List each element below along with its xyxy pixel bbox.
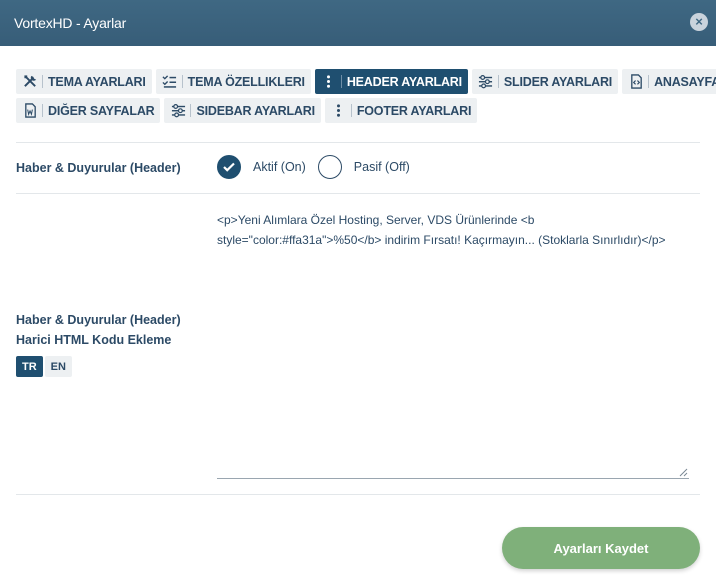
settings-tabs: TEMA AYARLARI TEMA ÖZELLIKLERI HEADER AY… — [16, 69, 716, 127]
close-icon[interactable]: × — [690, 13, 708, 31]
tab-footer-ayarlari[interactable]: FOOTER AYARLARI — [324, 98, 478, 123]
vertical-dots-icon — [331, 103, 347, 119]
divider — [16, 193, 700, 194]
checklist-icon — [162, 74, 178, 90]
tab-label: TEMA AYARLARI — [48, 74, 146, 89]
tab-anasayfa[interactable]: ANASAYFA — [622, 69, 716, 94]
html-code-label: Haber & Duyurular (Header) Harici HTML K… — [16, 310, 181, 350]
save-settings-button[interactable]: Ayarları Kaydet — [502, 527, 700, 569]
tab-separator — [42, 104, 43, 117]
tab-label: DIĞER SAYFALAR — [48, 103, 155, 118]
lang-tr-button[interactable]: TR — [16, 356, 43, 377]
check-icon — [223, 162, 235, 172]
tab-separator — [42, 75, 43, 88]
html-code-label-line1: Haber & Duyurular (Header) — [16, 313, 181, 327]
window-titlebar: VortexHD - Ayarlar × — [0, 0, 716, 46]
tab-tema-ayarlari[interactable]: TEMA AYARLARI — [16, 69, 152, 94]
news-toggle-radio-group: Aktif (On) Pasif (Off) — [217, 155, 422, 179]
radio-aktif[interactable] — [217, 155, 241, 179]
code-file-icon — [628, 74, 644, 90]
divider — [16, 494, 700, 495]
tab-separator — [340, 75, 342, 88]
sliders-icon — [478, 74, 494, 90]
tab-separator — [190, 104, 192, 117]
tab-label: ANASAYFA — [654, 74, 716, 89]
tab-diger-sayfalar[interactable]: DIĞER SAYFALAR — [16, 98, 161, 123]
tab-label: SLIDER AYARLARI — [503, 74, 613, 89]
sliders-icon — [170, 103, 186, 119]
tab-separator — [648, 75, 650, 88]
tab-sidebar-ayarlari[interactable]: SIDEBAR AYARLARI — [164, 98, 321, 123]
lang-en-button[interactable]: EN — [44, 356, 72, 377]
window-title: VortexHD - Ayarlar — [14, 15, 127, 31]
tab-tema-ozellikleri[interactable]: TEMA ÖZELLIKLERI — [155, 69, 311, 94]
resize-grip-icon[interactable] — [678, 467, 688, 477]
tab-separator — [181, 75, 183, 88]
vertical-dots-icon — [321, 74, 337, 90]
word-file-icon — [22, 103, 38, 119]
html-code-label-line2: Harici HTML Kodu Ekleme — [16, 333, 172, 347]
tab-row-1: TEMA AYARLARI TEMA ÖZELLIKLERI HEADER AY… — [16, 69, 716, 94]
tab-separator — [350, 104, 352, 117]
radio-aktif-label: Aktif (On) — [253, 160, 306, 174]
tools-icon — [22, 74, 38, 90]
language-switch: TR EN — [16, 356, 72, 377]
radio-pasif-label: Pasif (Off) — [353, 160, 410, 174]
html-code-textarea[interactable] — [217, 210, 689, 479]
tab-label: SIDEBAR AYARLARI — [196, 103, 315, 118]
tab-row-2: DIĞER SAYFALAR SIDEBAR AYARLARI FOOTER A… — [16, 98, 696, 123]
divider — [16, 142, 700, 143]
radio-pasif[interactable] — [317, 155, 342, 179]
tab-label: TEMA ÖZELLIKLERI — [187, 74, 305, 89]
tab-header-ayarlari[interactable]: HEADER AYARLARI — [314, 69, 468, 94]
tab-slider-ayarlari[interactable]: SLIDER AYARLARI — [471, 69, 619, 94]
tab-label: FOOTER AYARLARI — [356, 103, 472, 118]
tab-label: HEADER AYARLARI — [346, 74, 462, 89]
tab-separator — [497, 75, 499, 88]
news-toggle-label: Haber & Duyurular (Header) — [16, 161, 181, 175]
